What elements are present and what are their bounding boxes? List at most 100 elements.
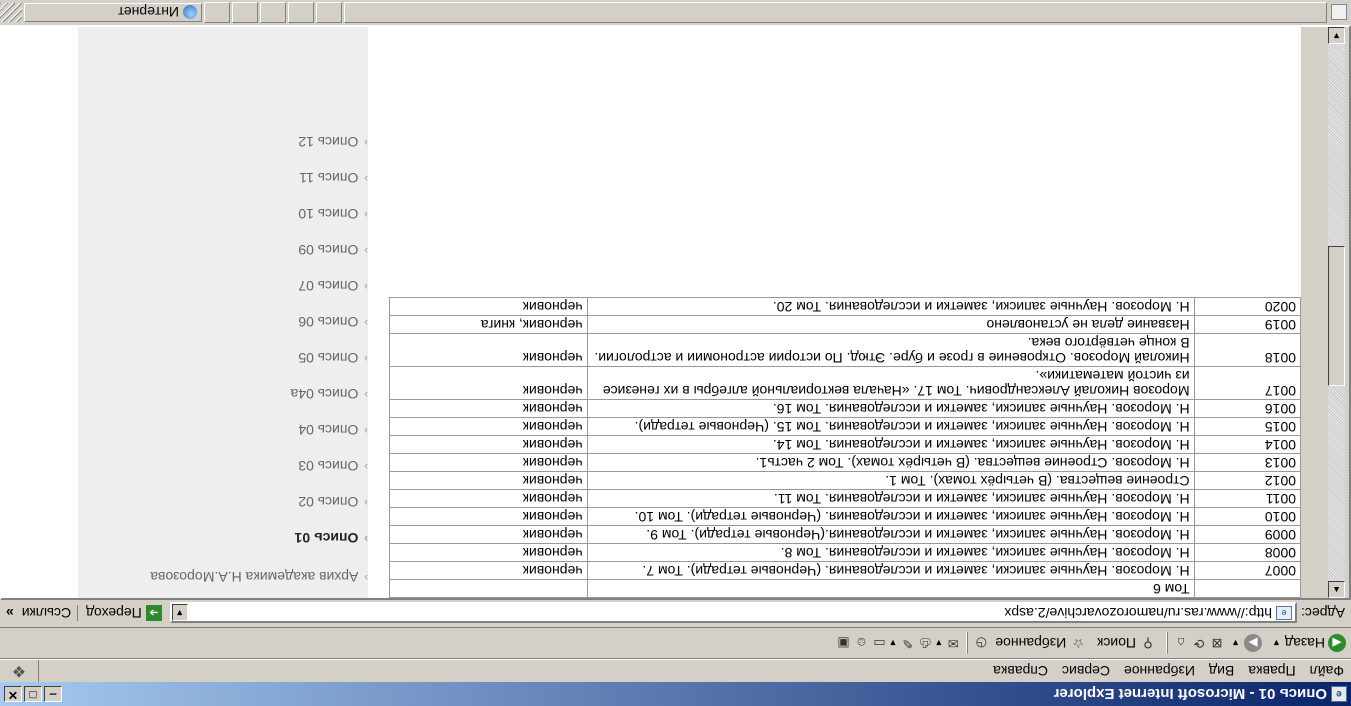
- scroll-thumb[interactable]: [1328, 246, 1345, 386]
- table-row: 0012 Строение вещества. (В четырёх томах)…: [389, 471, 1301, 490]
- row-type: черновик: [389, 297, 588, 316]
- inventory-item-label[interactable]: Опись 10: [298, 206, 358, 222]
- row-number: 0009: [1194, 525, 1301, 544]
- search-button[interactable]: ⚲ Поиск: [1092, 631, 1162, 655]
- inventory-item[interactable]: › Опись 05: [78, 340, 368, 376]
- inventory-item-label[interactable]: Опись 07: [298, 278, 358, 294]
- row-title: Н. Морозов. Научные записки, заметки и и…: [587, 297, 1195, 316]
- scroll-up-button[interactable]: ▲: [1328, 581, 1345, 598]
- vertical-scrollbar[interactable]: ▲ ▼: [1328, 27, 1345, 598]
- inventory-item[interactable]: › Опись 10: [78, 196, 368, 232]
- minimize-button[interactable]: ‒: [44, 686, 62, 702]
- table-row: 0017 Морозов Николай Александрович. Том 1…: [389, 366, 1301, 400]
- resize-grip[interactable]: [0, 3, 22, 22]
- scroll-down-button[interactable]: ▼: [1328, 27, 1345, 44]
- address-url[interactable]: http://www.ras.ru/namorozovarchive/2.asp…: [188, 605, 1272, 621]
- inventory-item[interactable]: › Опись 02: [78, 484, 368, 520]
- links-button[interactable]: Ссылки: [16, 605, 77, 621]
- close-button[interactable]: ✕: [4, 686, 22, 702]
- page-content: ▲ ▼ Том 6 0007 Н. Морозов. Научные записки…: [0, 25, 1351, 600]
- discuss-icon[interactable]: ▭: [870, 634, 888, 652]
- forward-dropdown-icon[interactable]: ▼: [1231, 638, 1240, 648]
- maximize-button[interactable]: □: [24, 686, 42, 702]
- title-bar[interactable]: e Опись 01 - Microsoft Internet Explorer…: [0, 682, 1351, 706]
- go-arrow-icon: ➔: [145, 605, 162, 621]
- inventory-item-label[interactable]: Опись 03: [298, 458, 358, 474]
- menu-file[interactable]: Файл: [1303, 663, 1351, 679]
- inventory-item[interactable]: › Опись 09: [78, 232, 368, 268]
- inventory-item[interactable]: › Опись 03: [78, 448, 368, 484]
- favorites-button[interactable]: ☆ Избранное: [990, 631, 1092, 655]
- ie-page-icon: e: [1331, 686, 1347, 702]
- status-bar: Интернет: [0, 0, 1351, 25]
- inventory-item[interactable]: › Опись 04: [78, 412, 368, 448]
- back-button[interactable]: ◀ Назад ▼: [1267, 631, 1351, 655]
- menu-help[interactable]: Справка: [986, 663, 1055, 679]
- history-icon[interactable]: ◷: [972, 634, 990, 652]
- favorites-label: Избранное: [995, 635, 1067, 651]
- print-icon[interactable]: ⎙: [916, 634, 934, 652]
- inventory-item[interactable]: › Опись 04а: [78, 376, 368, 412]
- row-type: черновик: [389, 366, 588, 400]
- row-type: черновик: [389, 417, 588, 436]
- mail-icon[interactable]: ✉: [944, 634, 962, 652]
- search-label: Поиск: [1097, 635, 1137, 651]
- refresh-icon[interactable]: ⟳: [1190, 634, 1208, 652]
- inventory-item-label[interactable]: Опись 01: [295, 530, 359, 546]
- inventory-item-label[interactable]: Опись 12: [298, 134, 358, 150]
- inventory-item[interactable]: › Опись 12: [78, 124, 368, 160]
- inventory-item-label[interactable]: Опись 09: [298, 242, 358, 258]
- inventory-item-label[interactable]: Опись 02: [298, 494, 358, 510]
- row-title: Том 6: [587, 579, 1195, 598]
- table-row: 0019 Название дела не установлено черновик…: [389, 315, 1301, 334]
- inventory-item-label[interactable]: Опись 05: [298, 350, 358, 366]
- home-icon[interactable]: ⌂: [1172, 634, 1190, 652]
- scrollbar-pane: ▲ ▼: [1300, 27, 1349, 598]
- row-title: Н. Морозов. Научные записки, заметки и и…: [587, 417, 1195, 436]
- inventory-item[interactable]: › Опись 06: [78, 304, 368, 340]
- inventory-item[interactable]: › Опись 11: [78, 160, 368, 196]
- inventory-item-label[interactable]: Опись 04а: [290, 386, 358, 402]
- row-number: 0017: [1194, 366, 1301, 400]
- inventory-item[interactable]: › Архив академика Н.А.Морозова: [78, 556, 368, 598]
- table-row: 0011 Н. Морозов. Научные записки, заметки…: [389, 489, 1301, 508]
- inventory-item[interactable]: › Опись 07: [78, 268, 368, 304]
- edit-dropdown-icon[interactable]: ▼: [888, 638, 897, 648]
- row-title: Название дела не установлено: [587, 315, 1195, 334]
- edit-icon[interactable]: ✎: [898, 634, 916, 652]
- inventory-item-label[interactable]: Опись 11: [299, 170, 358, 186]
- row-number: 0014: [1194, 435, 1301, 454]
- back-dropdown-icon[interactable]: ▼: [1272, 638, 1281, 648]
- address-bar: Адрес: e http://www.ras.ru/namorozovarch…: [0, 598, 1351, 628]
- inventory-item-label[interactable]: Опись 04: [298, 422, 358, 438]
- stop-icon[interactable]: ⊠: [1208, 634, 1226, 652]
- links-chevron-icon[interactable]: »: [0, 605, 16, 621]
- row-title: Строение вещества. (В четырёх томах). То…: [587, 471, 1195, 490]
- bullet-arrow-icon: ›: [364, 388, 368, 400]
- row-type: черновик: [389, 399, 588, 418]
- bullet-arrow-icon: ›: [364, 136, 368, 148]
- address-dropdown-icon[interactable]: ▼: [171, 604, 188, 622]
- row-type: черновик: [389, 561, 588, 580]
- status-cell: [288, 2, 314, 23]
- inventory-item-label[interactable]: Опись 06: [298, 314, 358, 330]
- status-cell: [260, 2, 286, 23]
- menu-tools[interactable]: Сервис: [1055, 663, 1117, 679]
- menu-favorites[interactable]: Избранное: [1117, 663, 1202, 679]
- inventory-item-label[interactable]: Архив академика Н.А.Морозова: [150, 569, 358, 585]
- research-icon[interactable]: ▣: [834, 634, 852, 652]
- window-title: Опись 01 - Microsoft Internet Explorer: [1053, 685, 1327, 703]
- row-title: Морозов Николай Александрович. Том 17. «…: [587, 366, 1195, 400]
- bullet-arrow-icon: ›: [364, 532, 368, 544]
- messenger-icon[interactable]: ☺: [852, 634, 870, 652]
- mail-dropdown-icon[interactable]: ▼: [934, 638, 943, 648]
- inventory-item[interactable]: › Опись 01: [78, 520, 368, 556]
- go-button[interactable]: ➔ Переход: [77, 605, 170, 621]
- forward-button[interactable]: ▶ ▼: [1226, 631, 1267, 655]
- status-page-icon: [1331, 4, 1347, 21]
- address-label: Адрес:: [1301, 605, 1345, 621]
- address-input[interactable]: e http://www.ras.ru/namorozovarchive/2.a…: [169, 602, 1298, 624]
- menu-view[interactable]: Вид: [1202, 663, 1241, 679]
- menu-edit[interactable]: Правка: [1241, 663, 1302, 679]
- table-row: Том 6: [389, 579, 1301, 598]
